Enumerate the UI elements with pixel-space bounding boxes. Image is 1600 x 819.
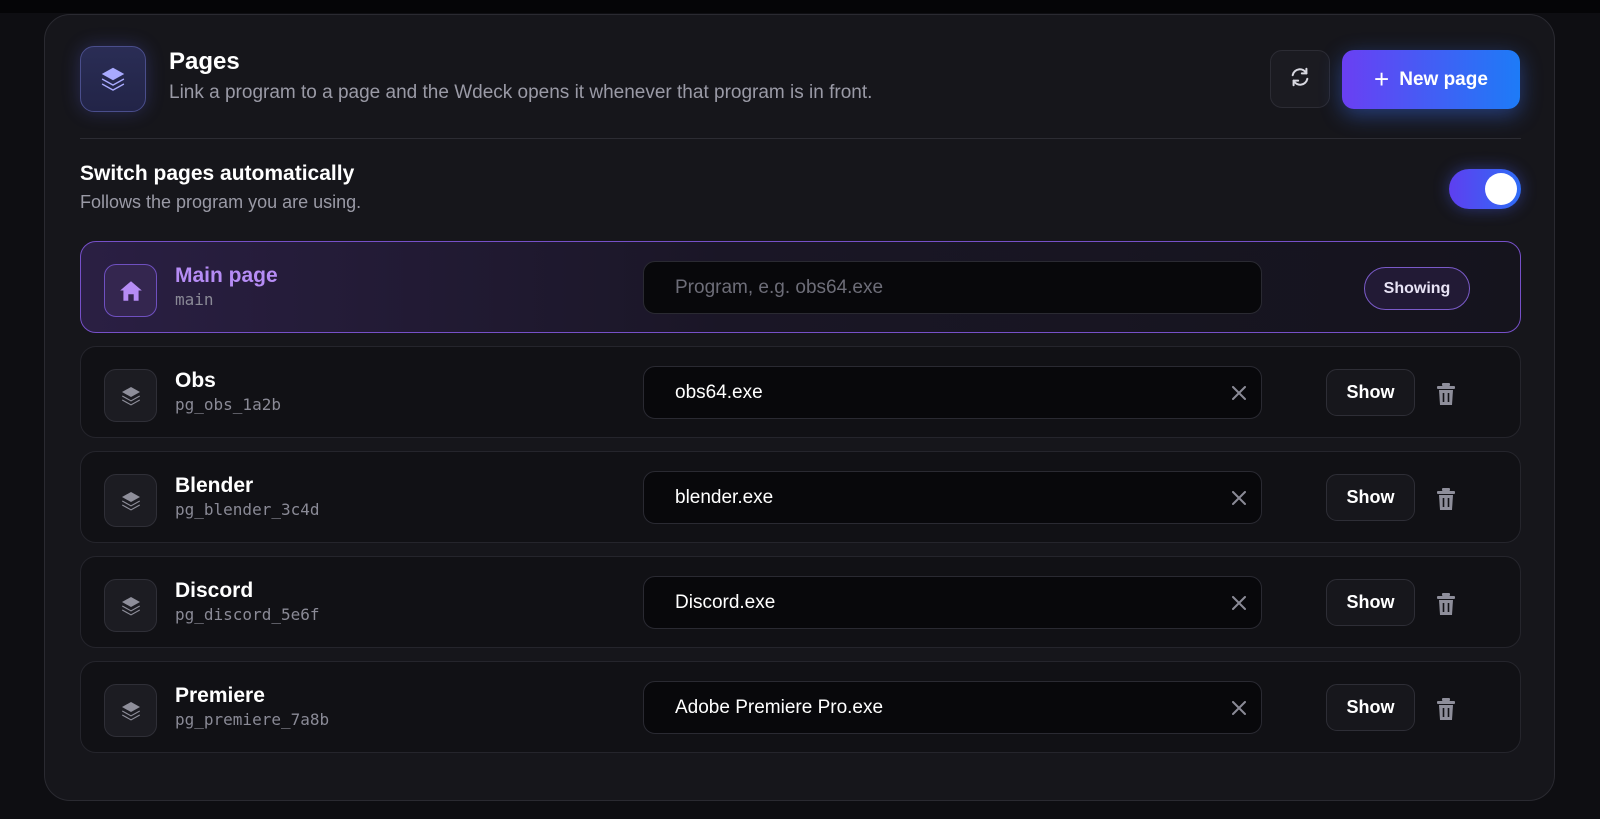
page-row-main: Main page main Showing — [80, 241, 1521, 333]
layers-icon — [80, 46, 146, 112]
program-input[interactable] — [643, 366, 1262, 419]
show-button[interactable]: Show — [1326, 579, 1415, 626]
clear-icon[interactable] — [1226, 485, 1252, 511]
layers-icon — [104, 684, 157, 737]
page-name: Discord — [175, 579, 254, 602]
clear-icon[interactable] — [1226, 590, 1252, 616]
plus-icon: + — [1374, 63, 1390, 94]
auto-switch-toggle[interactable] — [1449, 169, 1521, 209]
show-button[interactable]: Show — [1326, 474, 1415, 521]
refresh-icon — [1289, 66, 1311, 93]
layers-icon — [104, 579, 157, 632]
page-name: Premiere — [175, 684, 265, 707]
auto-switch-subtitle: Follows the program you are using. — [80, 192, 362, 212]
page-id: pg_obs_1a2b — [175, 395, 281, 414]
page-id: pg_discord_5e6f — [175, 605, 320, 624]
show-button[interactable]: Show — [1326, 369, 1415, 416]
trash-icon[interactable] — [1433, 590, 1459, 618]
divider — [80, 138, 1521, 139]
page-id: main — [175, 290, 214, 309]
program-input[interactable] — [643, 681, 1262, 734]
showing-badge: Showing — [1364, 267, 1470, 310]
page-row-discord: Discord pg_discord_5e6f Show — [80, 556, 1521, 648]
page-row-premiere: Premiere pg_premiere_7a8b Show — [80, 661, 1521, 753]
pages-panel: Pages Link a program to a page and the W… — [44, 14, 1555, 801]
page-name: Main page — [175, 264, 278, 287]
program-input[interactable] — [643, 471, 1262, 524]
new-page-button[interactable]: + New page — [1342, 50, 1520, 109]
show-button[interactable]: Show — [1326, 684, 1415, 731]
layers-icon — [104, 474, 157, 527]
window-top-strip — [0, 0, 1600, 13]
page-name: Blender — [175, 474, 254, 497]
page-row-blender: Blender pg_blender_3c4d Show — [80, 451, 1521, 543]
refresh-button[interactable] — [1270, 50, 1330, 108]
auto-switch-title: Switch pages automatically — [80, 162, 355, 185]
page-id: pg_blender_3c4d — [175, 500, 320, 519]
toggle-knob — [1485, 173, 1517, 205]
trash-icon[interactable] — [1433, 485, 1459, 513]
trash-icon[interactable] — [1433, 380, 1459, 408]
page-name: Obs — [175, 369, 216, 392]
trash-icon[interactable] — [1433, 695, 1459, 723]
layers-icon — [104, 369, 157, 422]
clear-icon[interactable] — [1226, 380, 1252, 406]
home-icon — [104, 264, 157, 317]
page-subtitle: Link a program to a page and the Wdeck o… — [169, 82, 873, 103]
clear-icon[interactable] — [1226, 695, 1252, 721]
page-id: pg_premiere_7a8b — [175, 710, 330, 729]
new-page-label: New page — [1399, 68, 1488, 90]
page-row-obs: Obs pg_obs_1a2b Show — [80, 346, 1521, 438]
program-input[interactable] — [643, 261, 1262, 314]
page-title: Pages — [169, 48, 240, 75]
program-input[interactable] — [643, 576, 1262, 629]
